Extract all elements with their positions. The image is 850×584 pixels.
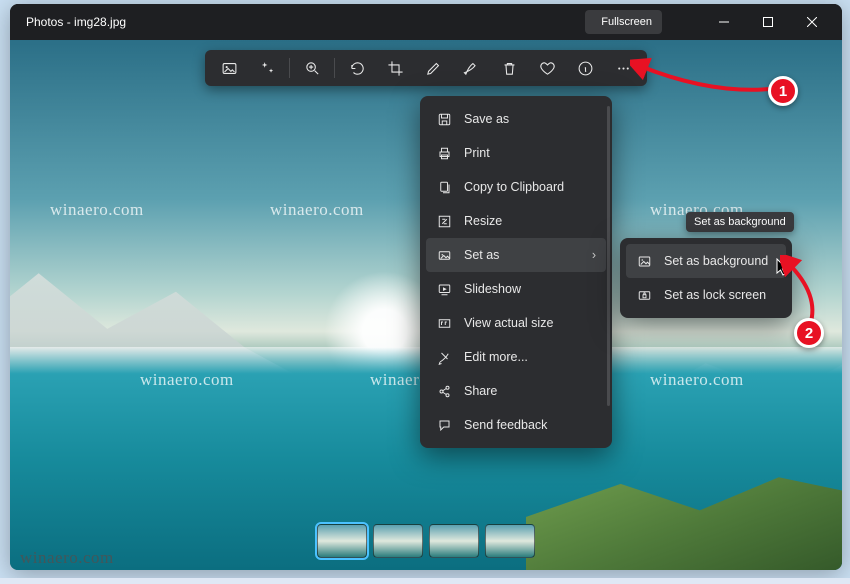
close-button[interactable] [790, 4, 834, 40]
zoom-icon [304, 60, 321, 77]
favorite-button[interactable] [529, 52, 565, 84]
menu-item-setas[interactable]: Set as › [426, 238, 606, 272]
menu-item-label: Print [464, 146, 490, 160]
desktop-taskbar [0, 578, 850, 584]
titlebar: Photos - img28.jpg Fullscreen [10, 4, 842, 40]
chevron-right-icon: › [592, 248, 596, 262]
menu-item-label: Share [464, 384, 497, 398]
toolbar-divider [334, 58, 335, 78]
menu-item-actual[interactable]: View actual size [426, 306, 606, 340]
menu-item-editmore[interactable]: Edit more... [426, 340, 606, 374]
submenu-item-bg[interactable]: Set as background [626, 244, 786, 278]
fullscreen-label: Fullscreen [601, 16, 652, 28]
more-button[interactable] [605, 52, 641, 84]
filmstrip-thumb[interactable] [485, 524, 535, 558]
rotate-button[interactable] [339, 52, 375, 84]
heart-icon [539, 60, 556, 77]
bg-icon [636, 254, 652, 269]
info-button[interactable] [567, 52, 603, 84]
fullscreen-button[interactable]: Fullscreen [585, 10, 662, 34]
enhance-button[interactable] [249, 52, 285, 84]
markup-icon [463, 60, 480, 77]
edit-button[interactable] [415, 52, 451, 84]
print-icon [436, 146, 452, 161]
context-menu: Save as Print Copy to Clipboard Resize Set a… [420, 96, 612, 448]
menu-item-label: Send feedback [464, 418, 547, 432]
menu-item-label: Copy to Clipboard [464, 180, 564, 194]
sparkles-icon [259, 60, 276, 77]
tooltip: Set as background [686, 212, 794, 232]
delete-button[interactable] [491, 52, 527, 84]
photos-app-window: Photos - img28.jpg Fullscreen winaero.co… [10, 4, 842, 570]
submenu-item-label: Set as lock screen [664, 288, 766, 302]
menu-item-label: Save as [464, 112, 509, 126]
markup-button[interactable] [453, 52, 489, 84]
menu-item-slideshow[interactable]: Slideshow [426, 272, 606, 306]
menu-item-share[interactable]: Share [426, 374, 606, 408]
photo-viewport[interactable]: winaero.com winaero.com winaero.com wina… [10, 40, 842, 570]
menu-item-label: Edit more... [464, 350, 528, 364]
menu-item-label: Slideshow [464, 282, 521, 296]
menu-scrollbar[interactable] [607, 106, 610, 406]
feedback-icon [436, 418, 452, 433]
filmstrip-thumb[interactable] [373, 524, 423, 558]
save-icon [436, 112, 452, 127]
share-icon [436, 384, 452, 399]
info-icon [577, 60, 594, 77]
menu-item-print[interactable]: Print [426, 136, 606, 170]
window-title: Photos - img28.jpg [26, 15, 585, 29]
photo-toolbar [205, 50, 647, 86]
toolbar-divider [289, 58, 290, 78]
window-controls [702, 4, 834, 40]
submenu-item-lock[interactable]: Set as lock screen [626, 278, 786, 312]
menu-item-resize[interactable]: Resize [426, 204, 606, 238]
set-as-submenu: Set as background Set as lock screen [620, 238, 792, 318]
menu-item-label: Set as [464, 248, 499, 262]
menu-item-feedback[interactable]: Send feedback [426, 408, 606, 442]
setas-icon [436, 248, 452, 263]
menu-item-save[interactable]: Save as [426, 102, 606, 136]
menu-item-label: View actual size [464, 316, 553, 330]
image-icon [221, 60, 238, 77]
rotate-icon [349, 60, 366, 77]
minimize-button[interactable] [702, 4, 746, 40]
maximize-button[interactable] [746, 4, 790, 40]
copy-icon [436, 180, 452, 195]
zoom-button[interactable] [294, 52, 330, 84]
edit-icon [425, 60, 442, 77]
filmstrip [317, 524, 535, 558]
crop-button[interactable] [377, 52, 413, 84]
resize-icon [436, 214, 452, 229]
image-button[interactable] [211, 52, 247, 84]
more-icon [615, 60, 632, 77]
filmstrip-thumb[interactable] [317, 524, 367, 558]
slideshow-icon [436, 282, 452, 297]
menu-item-copy[interactable]: Copy to Clipboard [426, 170, 606, 204]
editmore-icon [436, 350, 452, 365]
actual-icon [436, 316, 452, 331]
filmstrip-thumb[interactable] [429, 524, 479, 558]
menu-item-label: Resize [464, 214, 502, 228]
lock-icon [636, 288, 652, 303]
crop-icon [387, 60, 404, 77]
trash-icon [501, 60, 518, 77]
submenu-item-label: Set as background [664, 254, 768, 268]
